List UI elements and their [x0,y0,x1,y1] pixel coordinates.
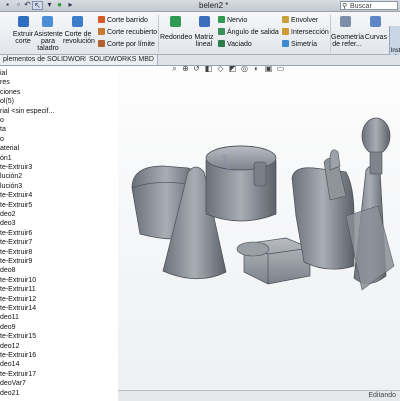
tree-item[interactable]: te-Extruir3 [0,163,32,172]
tree-item[interactable]: deo2 [0,210,16,219]
revolve-cut-button[interactable]: Corte de revolución [63,31,95,45]
swept-cut-icon [98,16,105,23]
feature-manager-tree: ial res ciones ol(5) rial <sin especif... o ta… [0,66,119,400]
search-input[interactable]: ⚲ Buscar [340,1,398,10]
hole-wizard-button[interactable]: Asistente para taladro [34,31,63,52]
tree-item[interactable]: deo11 [0,313,19,322]
tree-item[interactable]: te-Extruir11 [0,285,36,294]
draft-icon [218,28,225,35]
tree-item[interactable]: te-Extruir10 [0,276,36,285]
command-ribbon: Extruir corte Asistente para taladro Cor… [0,12,400,64]
linear-pattern-button[interactable]: Matriz lineal [193,34,215,48]
tree-item[interactable]: te-Extruir4 [0,191,32,200]
tree-item[interactable]: ol(5) [0,97,14,106]
tree-item[interactable]: deoVar7 [0,379,26,388]
ribbon-divider [158,15,159,52]
extrude-cut-icon [18,16,29,27]
lofted-cut-button[interactable]: Corte recubierto [98,28,157,37]
tree-item[interactable]: deo12 [0,342,19,351]
status-bar: Editando [118,390,400,401]
swept-cut-label: Corte barrido [107,17,148,24]
boundary-cut-button[interactable]: Corte por límite [98,40,155,49]
reference-geometry-icon [340,16,351,27]
tree-item[interactable]: res [0,78,10,87]
tree-item[interactable]: o [0,135,4,144]
tree-item[interactable]: te-Extruir8 [0,248,32,257]
tree-item[interactable]: te-Extruir17 [0,370,36,379]
save-icon[interactable]: ▪ [3,1,12,9]
rib-icon [218,16,225,23]
tree-item[interactable]: ial [0,69,7,78]
tree-item[interactable]: te-Extruir12 [0,295,36,304]
rib-label: Nervio [227,17,248,24]
model-small-cylinder [236,241,270,257]
select-icon[interactable]: ↖ [32,1,43,10]
tree-item[interactable]: lución2 [0,172,22,181]
print-icon[interactable]: ▫ [14,1,23,9]
rib-button[interactable]: Nervio [218,16,247,25]
shell-icon [218,40,225,47]
revolve-cut-icon [72,16,83,27]
tree-item[interactable]: deo3 [0,219,16,228]
tree-item[interactable]: aterial [0,144,19,153]
intersect-icon [282,28,289,35]
tab-solidworks-mbd[interactable]: SOLIDWORKS MBD [86,55,158,65]
shell-label: Vaciado [227,41,252,48]
tree-item[interactable]: ciones [0,88,20,97]
tree-item[interactable]: te-Extruir16 [0,351,36,360]
draft-button[interactable]: Ángulo de salida [218,28,279,37]
tree-item[interactable]: deo9 [0,323,16,332]
command-manager-tabs: plementos de SOLIDWORKS SOLIDWORKS MBD [0,55,400,66]
intersect-label: Intersección [291,29,329,36]
tree-item[interactable]: deo14 [0,360,19,369]
tab-solidworks-addins[interactable]: plementos de SOLIDWORKS [0,55,99,65]
tree-item[interactable]: te-Extruir6 [0,229,32,238]
search-placeholder: Buscar [350,3,372,10]
tree-item[interactable]: deo21 [0,389,19,398]
hole-wizard-icon [42,16,53,27]
fillet-button[interactable]: Redondeo [160,34,192,41]
tree-item[interactable]: te-Extruir5 [0,201,32,210]
shell-button[interactable]: Vaciado [218,40,252,49]
graphics-viewport[interactable]: ⌕ ⊕ ↺ ◧ ◇ ◩ ◎ ◐ ▣ ▭ Plano [118,66,400,390]
fillet-icon [170,16,181,27]
tree-item[interactable]: ta [0,125,6,134]
swept-cut-button[interactable]: Corte barrido [98,16,148,25]
draft-label: Ángulo de salida [227,29,279,36]
curves-icon [370,16,381,27]
title-bar: ▪ ▫ ↶ ↖ ▾ ● ▸ belen2 * ⚲ Buscar [0,0,400,12]
rebuild-icon[interactable]: ▾ [45,1,54,9]
tree-item[interactable]: te-Extruir7 [0,238,32,247]
search-icon: ⚲ [342,3,348,10]
mirror-label: Simetría [291,41,318,48]
reference-geometry-button[interactable]: Geometría de refer... [331,34,364,48]
mirror-button[interactable]: Simetría [282,40,317,49]
intersect-button[interactable]: Intersección [282,28,329,37]
tree-item[interactable]: te-Extruir14 [0,304,36,313]
tree-item[interactable]: ón1 [0,154,12,163]
extrude-cut-button[interactable]: Extruir corte [12,31,34,45]
undo-icon[interactable]: ↶ [23,1,32,9]
lofted-cut-label: Corte recubierto [107,29,158,36]
more-icon[interactable]: ▸ [66,1,75,9]
options-icon[interactable]: ● [55,1,64,9]
boundary-cut-icon [98,40,105,47]
document-title: belen2 * [199,1,229,10]
tree-item[interactable]: lución3 [0,182,22,191]
tree-item[interactable]: deo8 [0,266,16,275]
wrap-label: Envolver [291,17,319,24]
mirror-icon [282,40,289,47]
model-graphics [131,117,395,291]
tree-item[interactable]: te-Extruir15 [0,332,36,341]
wrap-icon [282,16,289,23]
linear-pattern-icon [199,16,210,27]
boundary-cut-label: Corte por límite [107,41,155,48]
tree-item[interactable]: te-Extruir9 [0,257,32,266]
curves-button[interactable]: Curvas [364,34,388,41]
tree-item[interactable]: o [0,116,4,125]
model-central-pot [205,145,277,222]
tree-item[interactable]: rial <sin especif... [0,107,54,116]
wrap-button[interactable]: Envolver [282,16,318,25]
lofted-cut-icon [98,28,105,35]
